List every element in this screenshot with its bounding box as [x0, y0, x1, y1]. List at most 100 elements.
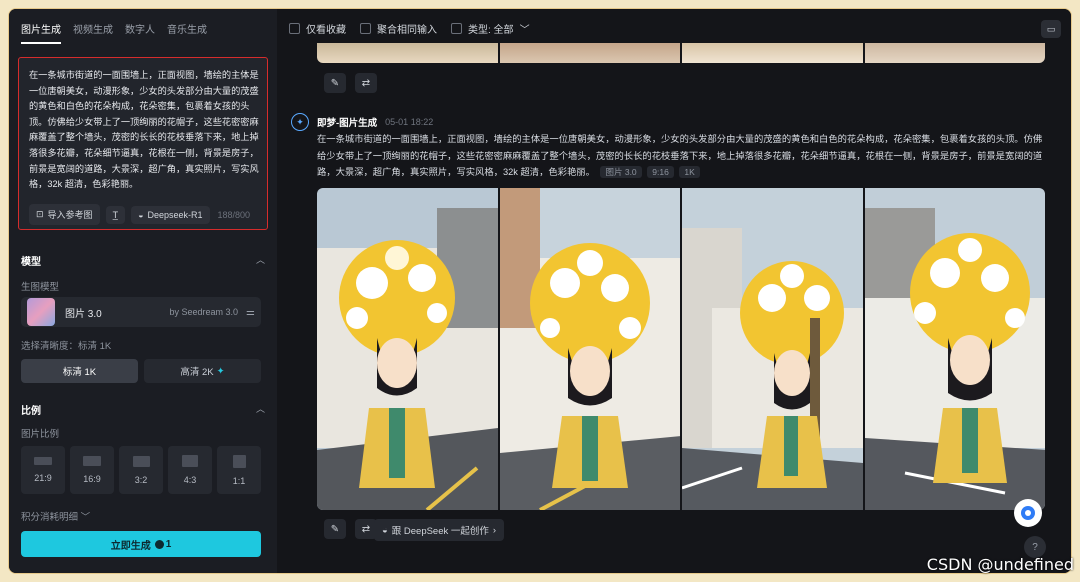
favorites-label: 仅看收藏: [306, 25, 346, 36]
model-selector[interactable]: 图片 3.0 by Seedream 3.0 ⚌: [21, 297, 261, 327]
ratio-label: 21:9: [34, 473, 52, 483]
generate-button[interactable]: 立即生成 1: [21, 531, 261, 557]
whale-icon: ◒: [138, 209, 144, 220]
ratio-label: 3:2: [134, 474, 148, 485]
prompt-text[interactable]: 在一条城市街道的一面围墙上，正面视图，墙绘的主体是一位唐朝美女，动漫形象，少女的…: [29, 68, 261, 193]
ratio-1-1[interactable]: 1:1: [217, 446, 261, 494]
whale-icon: ◒: [382, 524, 388, 536]
ratio-options: 21:9 16:9 3:2 4:3 1:1: [21, 446, 261, 494]
deepseek-create-button[interactable]: ◒ 跟 DeepSeek 一起创作 ›: [374, 519, 505, 541]
import-reference-label: 导入参考图: [47, 210, 93, 220]
image-illustration: [864, 188, 1045, 510]
aggregate-filter[interactable]: 聚合相同输入: [360, 21, 437, 36]
previous-image[interactable]: [682, 43, 863, 63]
filter-bar: 仅看收藏 聚合相同输入 类型: 全部 ﹀: [289, 21, 530, 36]
model-by: by Seedream 3.0: [169, 307, 239, 317]
char-counter: 188/800: [217, 209, 251, 220]
coin-icon: [154, 539, 164, 549]
chat-glyph: [1021, 506, 1035, 520]
generate-label: 立即生成: [110, 540, 151, 552]
aggregate-label: 聚合相同输入: [377, 25, 437, 36]
ratio-shape-icon: [182, 455, 198, 467]
chevron-right-icon: ›: [492, 524, 497, 536]
ratio-shape-icon: [83, 456, 101, 466]
ratio-shape-icon: [34, 457, 52, 465]
tab-music-generation[interactable]: 音乐生成: [167, 21, 207, 44]
generation-title: 即梦-图片生成: [317, 118, 378, 129]
deepseek-create-label: 跟 DeepSeek 一起创作: [391, 526, 489, 537]
chevron-down-icon: ﹀: [80, 512, 91, 523]
text-format-button[interactable]: T̲: [105, 205, 126, 224]
generated-image[interactable]: [864, 188, 1045, 510]
resolution-tag: 1K: [679, 166, 700, 178]
model-section-title: 模型: [21, 257, 41, 268]
watermark: CSDN @undefined: [926, 555, 1074, 574]
previous-image[interactable]: [499, 43, 680, 63]
favorites-filter[interactable]: 仅看收藏: [289, 21, 346, 36]
main-panel: 仅看收藏 聚合相同输入 类型: 全部 ﹀ ▭ ✎ ⇄ ✦ 即梦-图片生成 05-0…: [277, 9, 1071, 573]
ratio-label: 1:1: [232, 475, 246, 486]
quality-options: 标清 1K 高清 2K ✦: [21, 359, 261, 383]
prompt-input[interactable]: 在一条城市街道的一面围墙上，正面视图，墙绘的主体是一位唐朝美女，动漫形象，少女的…: [18, 57, 268, 230]
quality-sd-label: 标清 1K: [62, 367, 97, 378]
model-thumbnail: [27, 298, 55, 326]
sidebar: 图片生成 视频生成 数字人 音乐生成 在一条城市街道的一面围墙上，正面视图，墙绘…: [9, 9, 277, 573]
text-format-icon: T̲: [112, 209, 119, 220]
image-illustration: [682, 188, 863, 510]
quality-sd-button[interactable]: 标清 1K: [21, 359, 138, 383]
cost-details-label: 积分消耗明细: [21, 512, 79, 523]
ratio-21-9[interactable]: 21:9: [21, 446, 65, 494]
ratio-label: 4:3: [183, 475, 197, 485]
folder-icon[interactable]: ▭: [1041, 20, 1061, 38]
image-illustration: [317, 188, 498, 510]
ratio-16-9[interactable]: 16:9: [70, 446, 114, 494]
quality-hd-button[interactable]: 高清 2K ✦: [144, 359, 261, 383]
chat-bubble-icon[interactable]: [1014, 499, 1042, 527]
deepseek-button[interactable]: ◒ Deepseek-R1: [131, 205, 210, 224]
generation-header: ✦ 即梦-图片生成 05-01 18:22: [291, 113, 433, 131]
import-reference-button[interactable]: ⊡ 导入参考图: [29, 204, 100, 225]
deepseek-label: Deepseek-R1: [147, 209, 203, 220]
generated-image[interactable]: [317, 188, 498, 510]
ratio-shape-icon: [232, 454, 246, 468]
sparkle-icon: ✦: [216, 365, 225, 377]
chevron-down-icon: ﹀: [519, 25, 530, 36]
checkbox[interactable]: [360, 23, 371, 34]
model-tag: 图片 3.0: [600, 166, 642, 178]
generated-image[interactable]: [499, 188, 680, 510]
generate-cost: 1: [154, 539, 171, 550]
previous-image[interactable]: [317, 43, 498, 63]
ratio-tag: 9:16: [647, 166, 674, 178]
sliders-icon[interactable]: ⚌: [246, 307, 255, 318]
checkbox[interactable]: [451, 23, 462, 34]
quality-hd-label: 高清 2K: [180, 367, 214, 378]
regenerate-icon[interactable]: ⇄: [355, 73, 377, 93]
ratio-shape-icon: [132, 455, 150, 467]
app-window: 图片生成 视频生成 数字人 音乐生成 在一条城市街道的一面围墙上，正面视图，墙绘…: [8, 8, 1072, 574]
generated-image[interactable]: [682, 188, 863, 510]
checkbox[interactable]: [289, 23, 300, 34]
collapse-ratio-icon[interactable]: ︿: [256, 402, 265, 415]
collapse-model-icon[interactable]: ︿: [256, 253, 265, 266]
model-name: 图片 3.0: [65, 308, 102, 320]
mode-tabs: 图片生成 视频生成 数字人 音乐生成: [21, 21, 207, 44]
generated-images: [317, 188, 1045, 510]
edit-icon[interactable]: ✎: [324, 519, 346, 539]
generation-time: 05-01 18:22: [385, 117, 434, 127]
model-sub-label: 生图模型: [21, 282, 60, 293]
ratio-section-title: 比例: [21, 406, 41, 417]
ratio-4-3[interactable]: 4:3: [168, 446, 212, 494]
edit-icon[interactable]: ✎: [324, 73, 346, 93]
tab-image-generation[interactable]: 图片生成: [21, 21, 61, 44]
tab-video-generation[interactable]: 视频生成: [73, 21, 113, 44]
image-import-icon: ⊡: [36, 209, 44, 219]
tab-digital-human[interactable]: 数字人: [125, 21, 155, 44]
generation-prompt: 在一条城市街道的一面围墙上，正面视图，墙绘的主体是一位唐朝美女，动漫形象，少女的…: [317, 131, 1047, 181]
image-illustration: [499, 188, 680, 510]
cost-details-toggle[interactable]: 积分消耗明细 ﹀: [21, 509, 90, 523]
ratio-sub-label: 图片比例: [21, 429, 60, 440]
ratio-3-2[interactable]: 3:2: [119, 446, 163, 494]
previous-image[interactable]: [864, 43, 1045, 63]
type-filter-dropdown[interactable]: 类型: 全部 ﹀: [451, 21, 530, 36]
dreamina-logo-icon: ✦: [291, 113, 309, 131]
